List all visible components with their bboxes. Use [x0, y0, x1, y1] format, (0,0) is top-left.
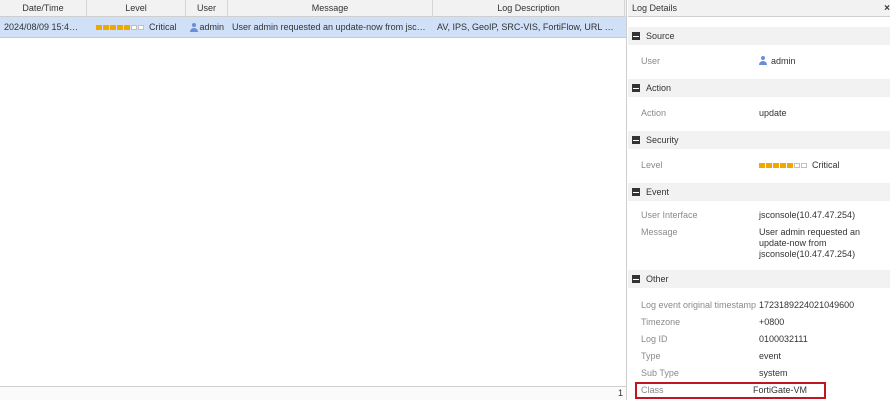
section-action: Action Action update: [628, 79, 890, 127]
field-action-label: Action: [641, 108, 667, 118]
field-message: Message User admin requested an update-n…: [628, 224, 890, 268]
section-event-header[interactable]: Event: [628, 183, 890, 201]
field-user-interface-value: jsconsole(10.47.47.254): [759, 210, 856, 220]
column-header-log-description[interactable]: Log Description: [433, 0, 625, 17]
log-details-title: Log Details: [632, 3, 678, 13]
cell-datetime: 2024/08/09 15:40:24: [4, 22, 87, 32]
level-bar-segment: [780, 163, 786, 168]
section-other: Other Log event original timestamp 17231…: [628, 270, 890, 399]
cell-user-text: admin: [199, 22, 224, 32]
level-bar-segment: [110, 24, 116, 30]
column-header-message[interactable]: Message: [228, 0, 433, 17]
field-class-highlighted: Class FortiGate-VM: [635, 382, 826, 399]
field-message-value: User admin requested an update-now from …: [759, 227, 861, 259]
field-user-value: admin: [759, 56, 887, 67]
cell-message: User admin requested an update-now from …: [232, 22, 433, 32]
field-label: Sub Type: [641, 368, 679, 378]
field-label: Log event original timestamp: [641, 300, 757, 310]
cell-level-text: Critical: [149, 22, 177, 32]
section-security-title: Security: [646, 135, 679, 145]
field-log-id: Log ID 0100032111: [628, 331, 890, 348]
field-sub-type: Sub Type system: [628, 365, 890, 382]
field-action-value: update: [759, 108, 787, 118]
level-bar-segment: [766, 163, 772, 168]
field-value: event: [759, 351, 782, 361]
section-security: Security Level Critical: [628, 131, 890, 179]
collapse-icon[interactable]: [632, 275, 640, 283]
field-level-label: Level: [641, 160, 663, 170]
section-action-header[interactable]: Action: [628, 79, 890, 97]
table-footer: 1: [0, 386, 626, 400]
field-value: 1723189224021049600: [759, 300, 855, 310]
field-user-label: User: [641, 56, 661, 66]
log-details-header: Log Details ×: [628, 0, 890, 17]
level-bar-segment: [759, 163, 765, 168]
level-bar-segment: [96, 24, 102, 30]
field-level: Level Critical: [628, 152, 890, 179]
field-label: Log ID: [641, 334, 668, 344]
level-bar-segment: [131, 24, 137, 30]
close-icon[interactable]: ×: [884, 0, 890, 17]
cell-user: admin: [186, 17, 228, 37]
field-original-timestamp: Log event original timestamp 17231892240…: [628, 297, 890, 314]
level-bars-icon: [96, 24, 145, 30]
cell-level: Critical: [87, 17, 186, 37]
level-bar-segment: [787, 163, 793, 168]
field-level-value: Critical: [759, 160, 887, 171]
collapse-icon[interactable]: [632, 84, 640, 92]
field-label: Class: [641, 385, 664, 395]
table-row[interactable]: 2024/08/09 15:40:24 Critical admin User …: [0, 17, 626, 38]
level-bar-segment: [103, 24, 109, 30]
section-source-title: Source: [646, 31, 675, 41]
page-number: 1: [617, 388, 623, 398]
section-other-header[interactable]: Other: [628, 270, 890, 288]
field-timezone: Timezone +0800: [628, 314, 890, 331]
user-icon: [190, 22, 199, 32]
log-viewer: Date/Time Level User Message Log Descrip…: [0, 0, 890, 400]
field-label: Timezone: [641, 317, 681, 327]
section-security-header[interactable]: Security: [628, 131, 890, 149]
field-user-interface: User Interface jsconsole(10.47.47.254): [628, 207, 890, 224]
field-value: FortiGate-VM: [753, 385, 808, 395]
log-table: Date/Time Level User Message Log Descrip…: [0, 0, 627, 400]
log-details-panel: Log Details × Source User admin Action A…: [628, 0, 890, 400]
field-value: system: [759, 368, 788, 378]
level-bar-segment: [794, 163, 800, 168]
user-icon: [759, 56, 767, 65]
table-header: Date/Time Level User Message Log Descrip…: [0, 0, 626, 17]
level-bar-segment: [773, 163, 779, 168]
section-event-title: Event: [646, 187, 670, 197]
column-header-level[interactable]: Level: [87, 0, 186, 17]
field-user-interface-label: User Interface: [641, 210, 698, 220]
field-action: Action update: [628, 100, 890, 127]
level-bars-icon: [759, 163, 808, 168]
column-header-datetime[interactable]: Date/Time: [0, 0, 87, 17]
level-bar-segment: [138, 24, 144, 30]
section-source: Source User admin: [628, 27, 890, 75]
section-action-title: Action: [646, 83, 672, 93]
section-other-title: Other: [646, 274, 669, 284]
field-user-value-text: admin: [771, 56, 796, 66]
section-event: Event User Interface jsconsole(10.47.47.…: [628, 183, 890, 268]
field-type: Type event: [628, 348, 890, 365]
column-header-user[interactable]: User: [186, 0, 228, 17]
level-bar-segment: [801, 163, 807, 168]
field-message-label: Message: [641, 227, 678, 237]
level-bar-segment: [117, 24, 123, 30]
collapse-icon[interactable]: [632, 32, 640, 40]
field-user: User admin: [628, 48, 890, 75]
field-value: +0800: [759, 317, 785, 327]
cell-log-description: AV, IPS, GeoIP, SRC-VIS, FortiFlow, URL …: [437, 22, 625, 32]
section-source-header[interactable]: Source: [628, 27, 890, 45]
field-level-value-text: Critical: [812, 160, 840, 170]
field-label: Type: [641, 351, 661, 361]
collapse-icon[interactable]: [632, 136, 640, 144]
level-bar-segment: [124, 24, 130, 30]
collapse-icon[interactable]: [632, 188, 640, 196]
field-value: 0100032111: [759, 334, 808, 344]
